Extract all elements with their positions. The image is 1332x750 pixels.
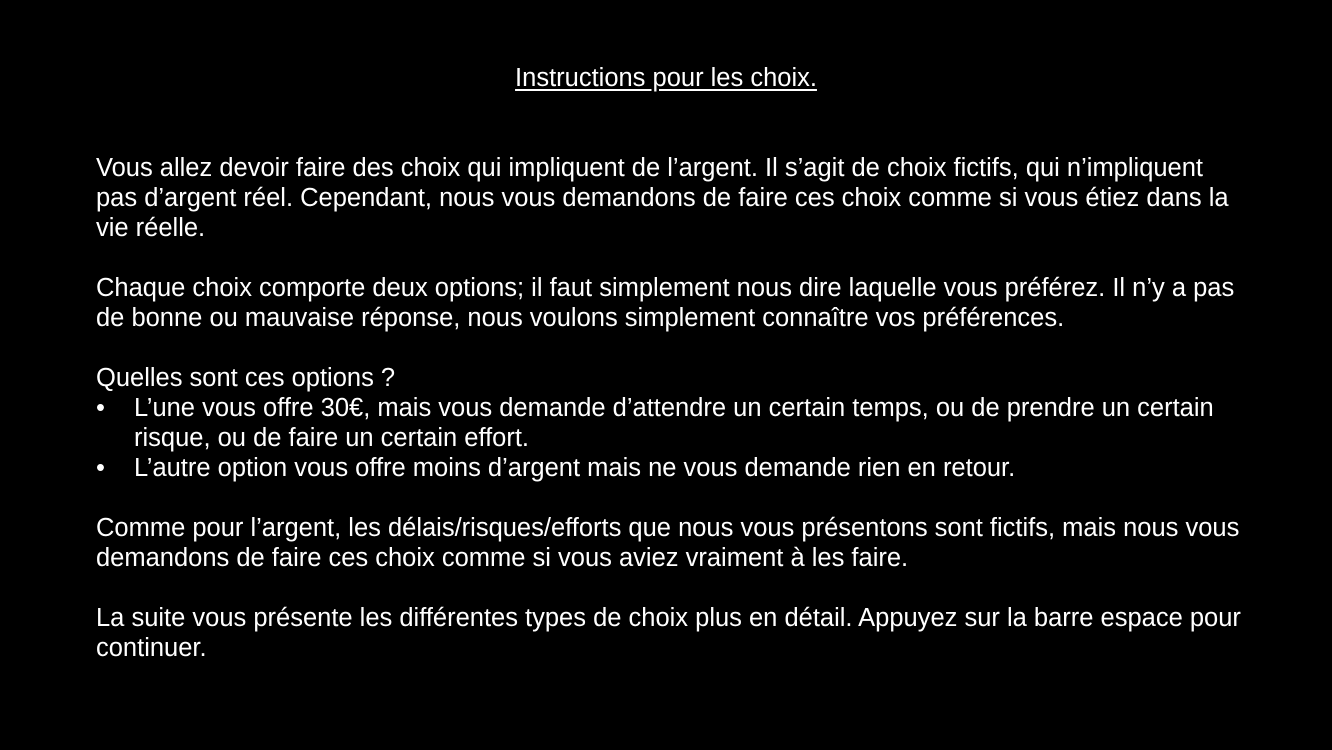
- list-item: • L’autre option vous offre moins d’arge…: [96, 453, 1246, 483]
- paragraph-two-options: Chaque choix comporte deux options; il f…: [96, 274, 1235, 332]
- bullet-icon: •: [96, 394, 105, 422]
- option-text: L’autre option vous offre moins d’argent…: [134, 454, 1016, 482]
- options-list: • L’une vous offre 30€, mais vous demand…: [96, 393, 1246, 483]
- instructions-body: Vous allez devoir faire des choix qui im…: [96, 153, 1246, 693]
- option-text: L’une vous offre 30€, mais vous demande …: [134, 394, 1214, 452]
- bullet-icon: •: [96, 454, 105, 482]
- list-item: • L’une vous offre 30€, mais vous demand…: [96, 393, 1246, 453]
- paragraph-continue-prompt: La suite vous présente les différentes t…: [96, 604, 1241, 662]
- paragraph-fictitious-choices: Vous allez devoir faire des choix qui im…: [96, 154, 1229, 242]
- paragraph-fictitious-delays: Comme pour l’argent, les délais/risques/…: [96, 514, 1240, 572]
- options-question: Quelles sont ces options ?: [96, 364, 396, 392]
- instructions-screen: Instructions pour les choix. Vous allez …: [0, 0, 1332, 750]
- page-title: Instructions pour les choix.: [515, 64, 817, 92]
